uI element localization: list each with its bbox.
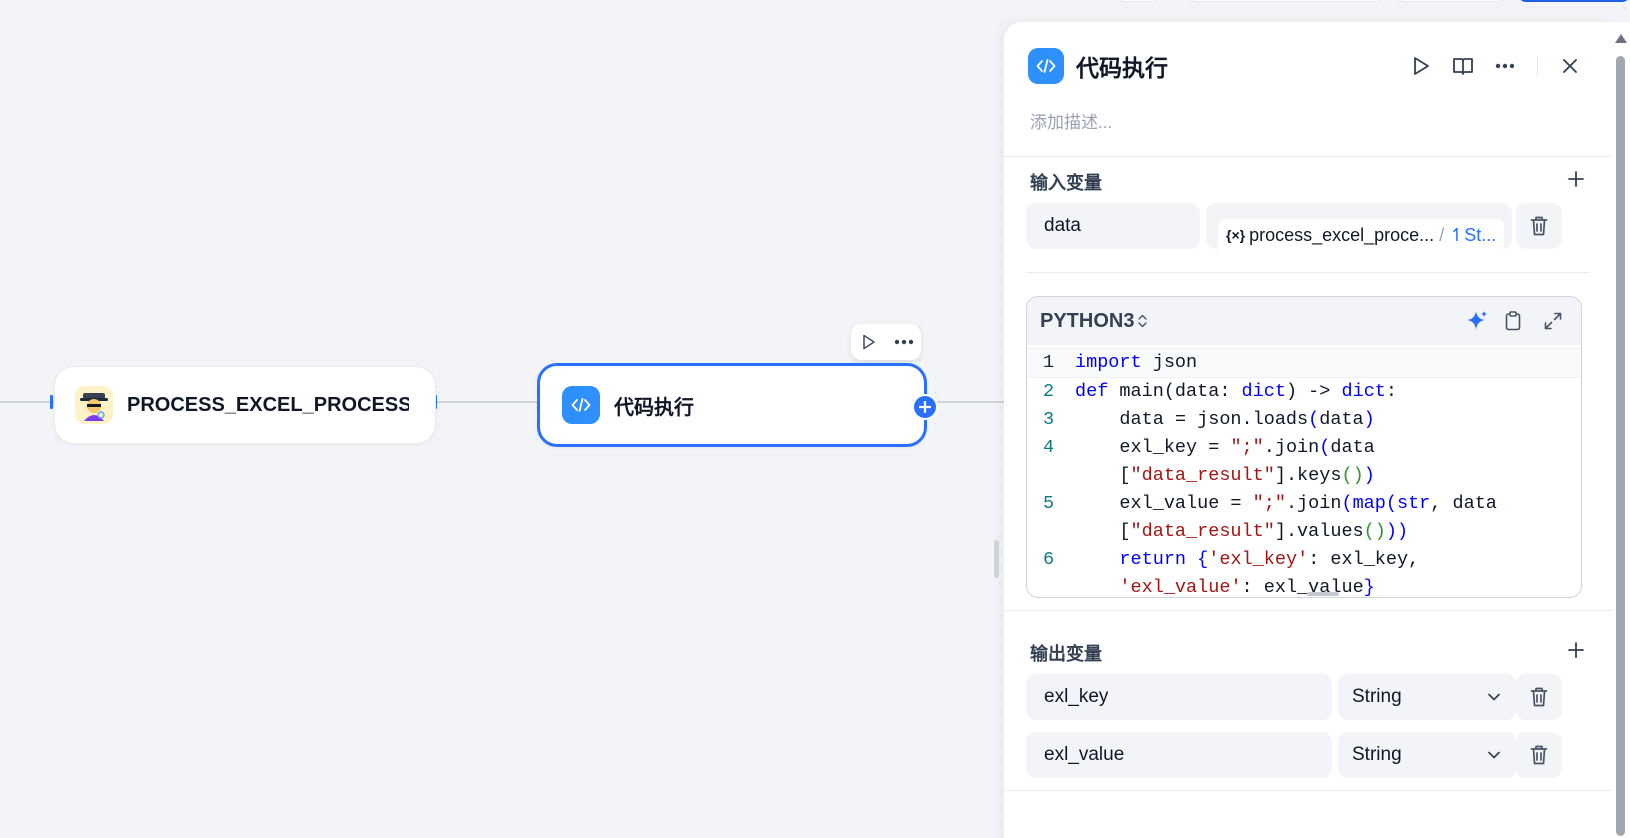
line-number: 3 [1043, 409, 1055, 430]
panel-title[interactable]: 代码执行 [1076, 49, 1168, 83]
trash-icon[interactable] [1516, 674, 1562, 720]
variable-icon: {×} [1226, 227, 1246, 243]
description-input[interactable]: 添加描述... [1030, 108, 1112, 133]
line-number: 5 [1043, 493, 1055, 514]
book-icon[interactable] [1445, 48, 1481, 84]
edge [0, 401, 54, 403]
node-title: PROCESS_EXCEL_PROCESS_ [127, 393, 409, 416]
code-line: 'exl_value': exl_value} [1119, 577, 1375, 598]
play-icon[interactable] [856, 329, 882, 355]
sparkle-icon[interactable] [1459, 303, 1495, 339]
panel-resize-handle[interactable] [994, 540, 999, 578]
editor-header: PYTHON3 [1027, 297, 1581, 345]
process-excel-node[interactable]: PROCESS_EXCEL_PROCESS_ [54, 366, 436, 444]
variable-reference-chip[interactable]: {×} process_excel_proce... / ↿St... [1218, 219, 1504, 251]
code-line: 5 exl_value = ";".join(map(str, data [1027, 490, 1581, 518]
ref-node-name: process_excel_proce... [1249, 224, 1435, 245]
close-icon[interactable] [1552, 48, 1588, 84]
chevron-down-icon [1488, 693, 1500, 701]
output-type-select[interactable]: String [1338, 674, 1516, 720]
toolbar-stub[interactable] [1188, 0, 1384, 2]
language-label: PYTHON3 [1040, 309, 1135, 332]
output-variable-name[interactable]: exl_value [1026, 732, 1332, 778]
output-type-select[interactable]: String [1338, 732, 1516, 778]
add-node-button[interactable] [912, 394, 938, 420]
ref-separator: / [1439, 224, 1445, 245]
code-line: 1 import json [1027, 348, 1581, 378]
publish-button[interactable] [1518, 0, 1630, 2]
divider [1004, 610, 1612, 611]
edge [928, 401, 1004, 403]
chevron-up-down-icon [1138, 314, 1148, 328]
ref-variable-name: ↿St... [1449, 224, 1497, 245]
output-type-value: String [1352, 744, 1402, 765]
code-line: 6 return {'exl_key': exl_key, [1027, 546, 1581, 574]
divider [1026, 272, 1590, 273]
input-variable-name[interactable]: data [1026, 203, 1200, 249]
edge [436, 401, 538, 403]
chevron-down-icon [1488, 751, 1500, 759]
code-icon [562, 386, 600, 424]
clipboard-icon[interactable] [1495, 303, 1531, 339]
trash-icon[interactable] [1516, 203, 1562, 249]
add-output-variable-button[interactable] [1562, 636, 1590, 664]
node-config-panel: 代码执行 添加描述... 输入变量 data PYTHON3 1 import … [1004, 22, 1612, 838]
play-icon[interactable] [1403, 48, 1439, 84]
line-number: 2 [1043, 381, 1055, 402]
more-icon[interactable] [1487, 48, 1523, 84]
add-input-variable-button[interactable] [1562, 165, 1590, 193]
output-type-value: String [1352, 686, 1402, 707]
input-variables-label: 输入变量 [1030, 173, 1102, 193]
toolbar-stub[interactable] [1396, 0, 1506, 2]
code-execution-node[interactable]: 代码执行 [537, 363, 938, 447]
divider [1537, 56, 1538, 76]
divider [1004, 156, 1612, 157]
detective-emoji-icon [75, 386, 113, 424]
code-line: 2 def main(data: dict) -> dict: [1027, 378, 1581, 406]
scroll-up-icon[interactable] [1615, 34, 1627, 43]
output-variables-label: 输出变量 [1030, 644, 1102, 664]
code-body[interactable]: 1 import json 2 def main(data: dict) -> … [1027, 345, 1581, 598]
language-select[interactable]: PYTHON3 [1040, 309, 1148, 333]
scrollbar-thumb[interactable] [1616, 56, 1625, 836]
code-icon [1028, 48, 1064, 84]
toolbar-stub[interactable] [1116, 0, 1160, 2]
code-line: ["data_result"].values())) [1075, 521, 1409, 542]
line-number: 6 [1043, 549, 1055, 570]
code-line: 3 data = json.loads(data) [1027, 406, 1581, 434]
code-line: 4 exl_key = ";".join(data [1027, 434, 1581, 462]
node-toolbar [851, 324, 921, 360]
panel-scrollbar[interactable] [1612, 22, 1630, 838]
more-icon[interactable] [891, 329, 917, 355]
node-title: 代码执行 [614, 396, 694, 419]
editor-scrollbar[interactable] [1307, 592, 1339, 596]
line-number: 4 [1043, 437, 1055, 458]
output-variable-name[interactable]: exl_key [1026, 674, 1332, 720]
trash-icon[interactable] [1516, 732, 1562, 778]
target-handle[interactable] [50, 395, 53, 409]
expand-icon[interactable] [1535, 303, 1571, 339]
code-line: ["data_result"].keys()) [1075, 465, 1375, 486]
divider [1004, 790, 1612, 791]
panel-header: 代码执行 [1028, 46, 1588, 86]
line-number: 1 [1043, 352, 1055, 373]
code-editor[interactable]: PYTHON3 1 import json 2 def main(data: d… [1026, 296, 1582, 598]
